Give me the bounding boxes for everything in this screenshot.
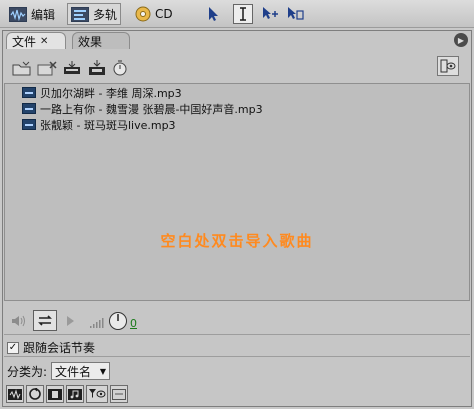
- filter-midi-button[interactable]: [66, 385, 84, 403]
- loop-button[interactable]: [33, 310, 57, 331]
- cd-view-label: CD: [155, 7, 173, 21]
- follow-session-checkbox[interactable]: ✓ 跟随会话节奏: [7, 339, 95, 356]
- hybrid-select-icon: [288, 7, 304, 20]
- file-name: 张靓颖 - 斑马斑马live.mp3: [40, 118, 176, 132]
- list-item[interactable]: 一路上有你 - 魏雪漫 张碧晨-中国好声音.mp3: [22, 101, 263, 116]
- waveform-icon: [9, 6, 27, 22]
- list-item[interactable]: 贝加尔湖畔 - 李维 周深.mp3: [22, 85, 182, 100]
- hybrid-tool[interactable]: [285, 4, 305, 24]
- speaker-button[interactable]: [10, 313, 28, 332]
- audio-file-icon: [22, 119, 36, 130]
- divider: [4, 334, 470, 335]
- audio-file-icon: [22, 87, 36, 98]
- knob-icon: [109, 312, 127, 330]
- move-tool[interactable]: [203, 4, 223, 24]
- top-toolbar: 编辑 多轨 CD: [0, 0, 474, 28]
- video-filter-icon: [48, 388, 62, 400]
- loop-icon: [38, 315, 52, 326]
- edit-view-button[interactable]: 编辑: [6, 3, 58, 25]
- insert-cd-icon: [89, 60, 105, 75]
- multitrack-icon: [71, 6, 89, 22]
- tab-files-label: 文件: [12, 34, 37, 49]
- multitrack-view-button[interactable]: 多轨: [67, 3, 122, 25]
- file-name: 一路上有你 - 魏雪漫 张碧晨-中国好声音.mp3: [40, 102, 263, 116]
- filter-video-button[interactable]: [46, 385, 64, 403]
- sort-row: 分类为: 文件名 ▼: [7, 362, 111, 380]
- sort-select[interactable]: 文件名 ▼: [51, 362, 111, 380]
- tab-effects-label: 效果: [78, 34, 103, 49]
- marquee-tool[interactable]: [260, 4, 280, 24]
- loop-filter-icon: [29, 388, 41, 400]
- insert-multitrack-icon: [64, 61, 80, 74]
- play-button[interactable]: [65, 315, 75, 330]
- cd-view-button[interactable]: CD: [132, 3, 176, 25]
- open-folder-icon: [12, 61, 31, 76]
- multitrack-view-label: 多轨: [93, 7, 118, 22]
- tab-effects[interactable]: 效果: [72, 32, 130, 49]
- insert-to-cd-button[interactable]: [87, 59, 107, 79]
- time-selection-tool[interactable]: [233, 4, 253, 24]
- edit-view-label: 编辑: [31, 7, 56, 22]
- import-hint: 空白处双击导入歌曲: [160, 232, 314, 250]
- insert-to-multitrack-button[interactable]: [62, 60, 82, 79]
- ibeam-icon: [240, 7, 246, 21]
- divider: [4, 356, 470, 357]
- cd-filter-icon: [112, 388, 126, 400]
- filter-buttons: [6, 385, 128, 403]
- filter-eye-icon: [89, 389, 106, 398]
- music-note-icon: [68, 388, 82, 400]
- audio-file-icon: [22, 103, 36, 114]
- timer-button[interactable]: [112, 59, 128, 79]
- volume-knob[interactable]: [108, 311, 128, 334]
- checkbox-checked[interactable]: ✓: [7, 341, 19, 354]
- volume-meter: [89, 317, 107, 332]
- stopwatch-icon: [113, 60, 127, 76]
- follow-session-label: 跟随会话节奏: [23, 341, 96, 355]
- volume-bars-icon: [90, 318, 104, 328]
- speaker-icon: [12, 315, 25, 327]
- close-file-icon: [37, 61, 57, 76]
- filter-options-button[interactable]: [86, 385, 108, 403]
- play-icon: [67, 316, 74, 326]
- close-file-button[interactable]: [37, 60, 57, 79]
- sort-value: 文件名: [55, 364, 92, 379]
- sort-label: 分类为:: [7, 364, 48, 379]
- panel-menu-icon[interactable]: ▶: [454, 33, 468, 47]
- filter-loop-button[interactable]: [26, 385, 44, 403]
- filter-cd-button[interactable]: [110, 385, 128, 403]
- marquee-select-icon: [263, 7, 278, 19]
- panel-tabs: 文件 ✕ 效果: [4, 32, 470, 49]
- view-options-button[interactable]: [437, 56, 459, 76]
- close-icon[interactable]: ✕: [40, 36, 48, 47]
- file-name: 贝加尔湖畔 - 李维 周深.mp3: [40, 86, 182, 100]
- tab-files[interactable]: 文件 ✕: [6, 32, 66, 49]
- cd-icon: [135, 6, 151, 22]
- filter-audio-button[interactable]: [6, 385, 24, 403]
- pointer-icon: [209, 7, 218, 21]
- eye-view-icon: [440, 59, 456, 73]
- chevron-down-icon: ▼: [99, 366, 107, 376]
- list-item[interactable]: 张靓颖 - 斑马斑马live.mp3: [22, 117, 176, 132]
- volume-value[interactable]: 0: [130, 317, 137, 330]
- import-file-button[interactable]: [12, 60, 32, 79]
- audio-filter-icon: [8, 388, 22, 400]
